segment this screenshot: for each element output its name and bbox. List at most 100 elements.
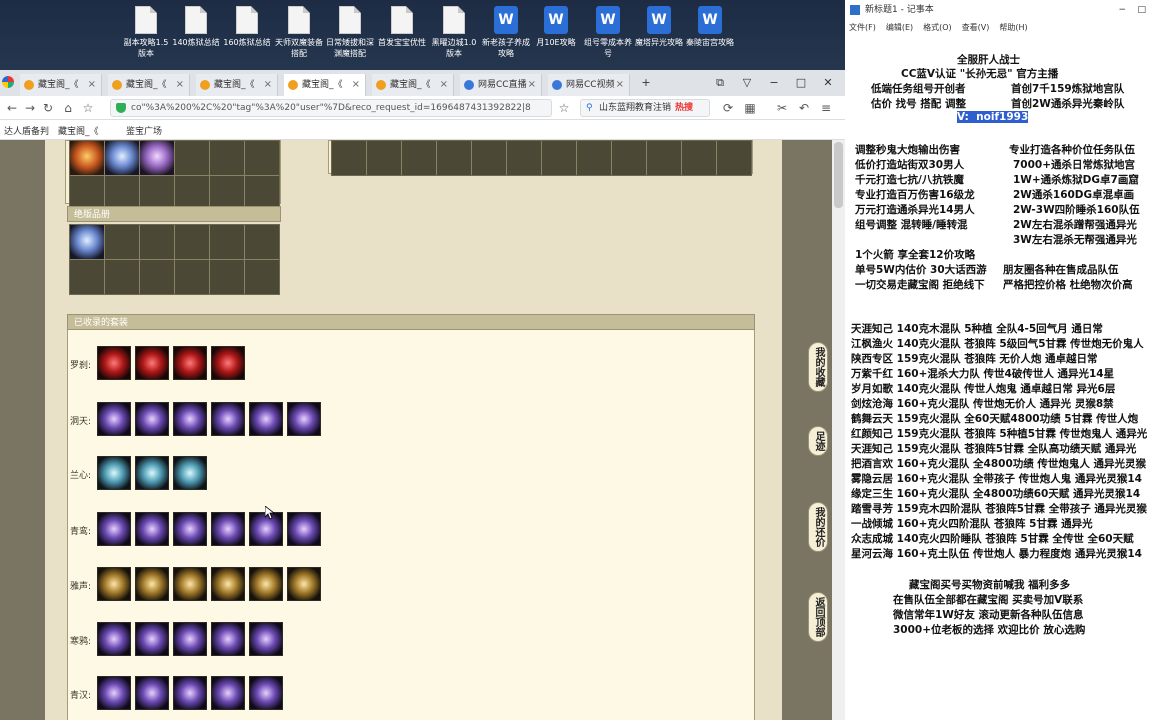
set-item-icon[interactable] [97,622,131,656]
tab-close-icon[interactable]: × [616,74,624,96]
desktop-icon[interactable]: W 新老孩子养成攻略 [480,6,532,59]
desktop-icon[interactable]: 副本攻略1.5版本 [120,6,172,59]
set-item-icon[interactable] [287,567,321,601]
menu-icon[interactable]: ≡ [818,100,834,116]
search-input[interactable]: ⚲ 山东蓝翔教育注销 热搜 [580,99,710,117]
set-item-icon[interactable] [135,402,169,436]
undo-icon[interactable]: ↶ [796,100,812,116]
side-tab-button[interactable]: 我的收藏 [808,342,828,392]
item-slot-filled[interactable] [140,141,174,175]
tab-close-icon[interactable]: × [440,74,448,96]
side-tab-button[interactable]: 足迹 [808,426,828,456]
back-icon[interactable]: ← [4,100,20,116]
set-item-icon[interactable] [97,567,131,601]
tab-close-icon[interactable]: × [528,74,536,96]
browser-tab[interactable]: 网易CC直播 × [460,74,542,96]
bookmark-star-icon[interactable]: ☆ [80,100,96,116]
set-item-icon[interactable] [173,567,207,601]
notepad-menu-item[interactable]: 文件(F) [849,20,876,36]
set-item-icon[interactable] [211,676,245,710]
item-slot-filled[interactable] [105,141,139,175]
set-item-icon[interactable] [211,622,245,656]
desktop-icon[interactable]: 日常矮拔和深渊魔搭配 [324,6,376,59]
set-item-icon[interactable] [97,456,131,490]
minimize-icon[interactable]: − [762,70,786,96]
set-item-icon[interactable] [211,567,245,601]
set-item-icon[interactable] [287,512,321,546]
apps-icon[interactable]: ▦ [742,100,758,116]
refresh-icon[interactable]: ⟳ [720,100,736,116]
desktop-icon[interactable]: W 月10E攻略 [530,6,582,48]
set-item-icon[interactable] [135,567,169,601]
bookmark-item[interactable]: 达人盾备判 [4,124,49,137]
set-item-icon[interactable] [173,346,207,380]
set-item-icon[interactable] [173,512,207,546]
desktop-icon[interactable]: 天师双魔装备搭配 [273,6,325,59]
desktop-icon[interactable]: W 秦陵宙宫攻略 [684,6,736,48]
set-item-icon[interactable] [173,456,207,490]
set-item-icon[interactable] [135,456,169,490]
set-item-icon[interactable] [135,676,169,710]
set-item-icon[interactable] [173,676,207,710]
set-item-icon[interactable] [97,346,131,380]
dropdown-icon[interactable]: ▽ [735,70,759,96]
set-item-icon[interactable] [173,402,207,436]
notepad-menu-item[interactable]: 查看(V) [962,20,990,36]
minimize-icon[interactable]: − [1118,0,1126,20]
notepad-menu-item[interactable]: 格式(O) [923,20,952,36]
forward-icon[interactable]: → [22,100,38,116]
desktop-icon[interactable]: 首发宝宝优性 [376,6,428,48]
restore-icon[interactable]: ⧉ [708,70,732,96]
bookmark-item[interactable]: 藏宝阁_《 [58,124,99,137]
item-slot-filled[interactable] [70,141,104,175]
cut-icon[interactable]: ✂ [774,100,790,116]
side-tab-button[interactable]: 我的还价 [808,502,828,552]
desktop-icon[interactable]: 黑曜边城1.0版本 [428,6,480,59]
home-icon[interactable]: ⌂ [60,100,76,116]
notepad-menu-item[interactable]: 帮助(H) [999,20,1027,36]
set-item-icon[interactable] [249,676,283,710]
url-input[interactable]: co"%3A%200%2C%20"tag"%3A%20"user"%7D&rec… [110,99,552,117]
maximize-icon[interactable]: □ [789,70,813,96]
desktop-icon[interactable]: W 组号零成本养号 [582,6,634,59]
browser-tab[interactable]: 网易CC视频 × [548,74,630,96]
desktop-icon-label: 天师双魔装备搭配 [275,38,323,58]
set-item-icon[interactable] [97,512,131,546]
tab-close-icon[interactable]: × [352,74,360,96]
scrollbar[interactable] [832,140,845,720]
set-item-icon[interactable] [97,402,131,436]
set-item-icon[interactable] [173,622,207,656]
set-item-icon[interactable] [97,676,131,710]
browser-tab[interactable]: 藏宝阁_《 × [372,74,454,96]
set-item-icon[interactable] [135,346,169,380]
tab-close-icon[interactable]: × [176,74,184,96]
browser-tab[interactable]: 藏宝阁_《 × [20,74,102,96]
desktop-icon[interactable]: 140炼狱总结 [170,6,222,48]
set-item-icon[interactable] [211,346,245,380]
browser-tab[interactable]: 藏宝阁_《 × [284,74,366,96]
set-item-icon[interactable] [135,622,169,656]
tab-close-icon[interactable]: × [88,74,96,96]
desktop-icon[interactable]: W 魔塔异光攻略 [633,6,685,48]
browser-tab[interactable]: 藏宝阁_《 × [196,74,278,96]
set-item-icon[interactable] [249,622,283,656]
close-icon[interactable]: ✕ [816,70,840,96]
set-item-icon[interactable] [211,512,245,546]
maximize-icon[interactable]: □ [1137,0,1146,20]
notepad-menu-item[interactable]: 编辑(E) [886,20,913,36]
new-tab-button[interactable]: + [634,70,658,96]
scrollbar-thumb[interactable] [834,142,843,208]
set-item-icon[interactable] [135,512,169,546]
tab-close-icon[interactable]: × [264,74,272,96]
browser-tab[interactable]: 藏宝阁_《 × [108,74,190,96]
star-icon[interactable]: ☆ [556,100,572,116]
side-tab-button[interactable]: 返回顶部 [808,592,828,642]
set-item-icon[interactable] [211,402,245,436]
desktop-icon[interactable]: 160炼狱总结 [221,6,273,48]
item-slot-filled[interactable] [70,225,104,259]
set-item-icon[interactable] [249,567,283,601]
reload-icon[interactable]: ↻ [40,100,56,116]
bookmark-item[interactable]: 鉴宝广场 [126,124,162,137]
set-item-icon[interactable] [287,402,321,436]
set-item-icon[interactable] [249,402,283,436]
